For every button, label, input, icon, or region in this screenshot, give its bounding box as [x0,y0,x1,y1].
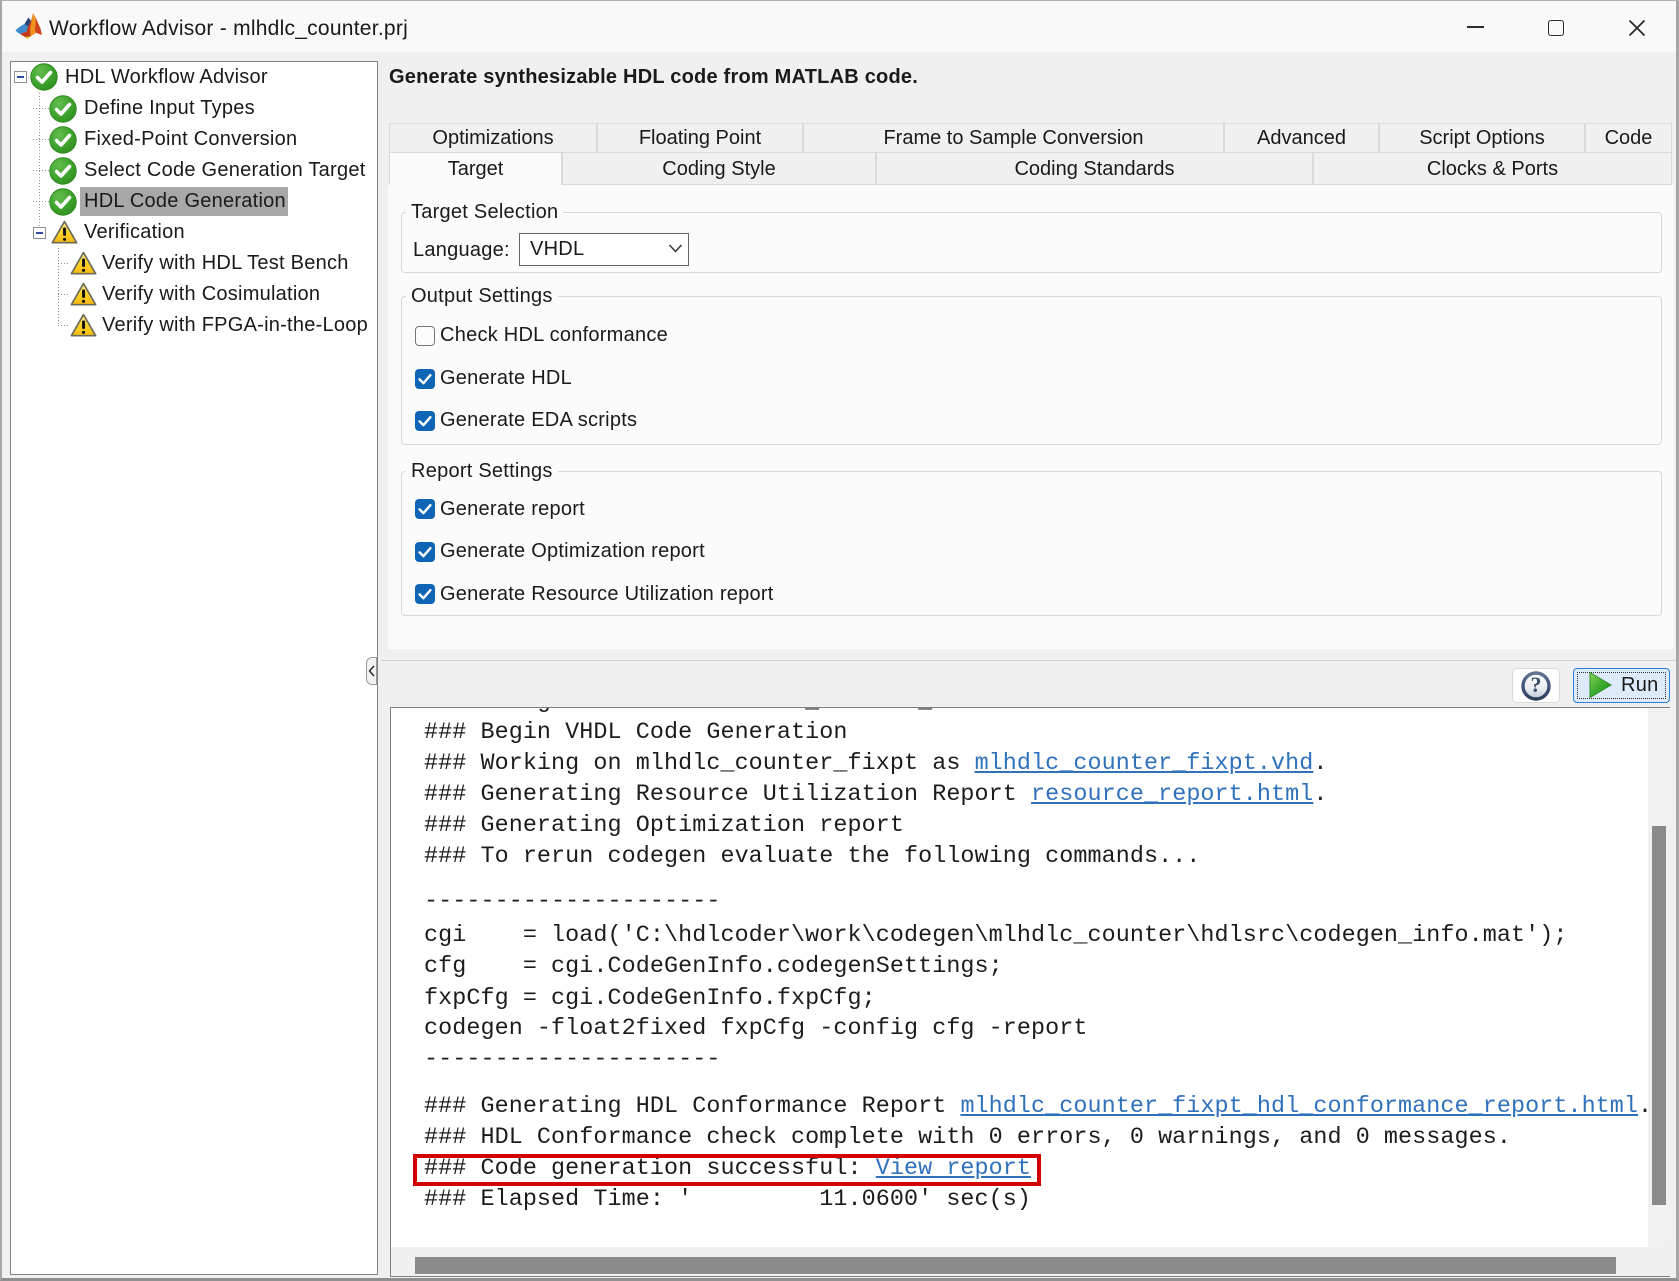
svg-text:?: ? [1531,672,1542,697]
